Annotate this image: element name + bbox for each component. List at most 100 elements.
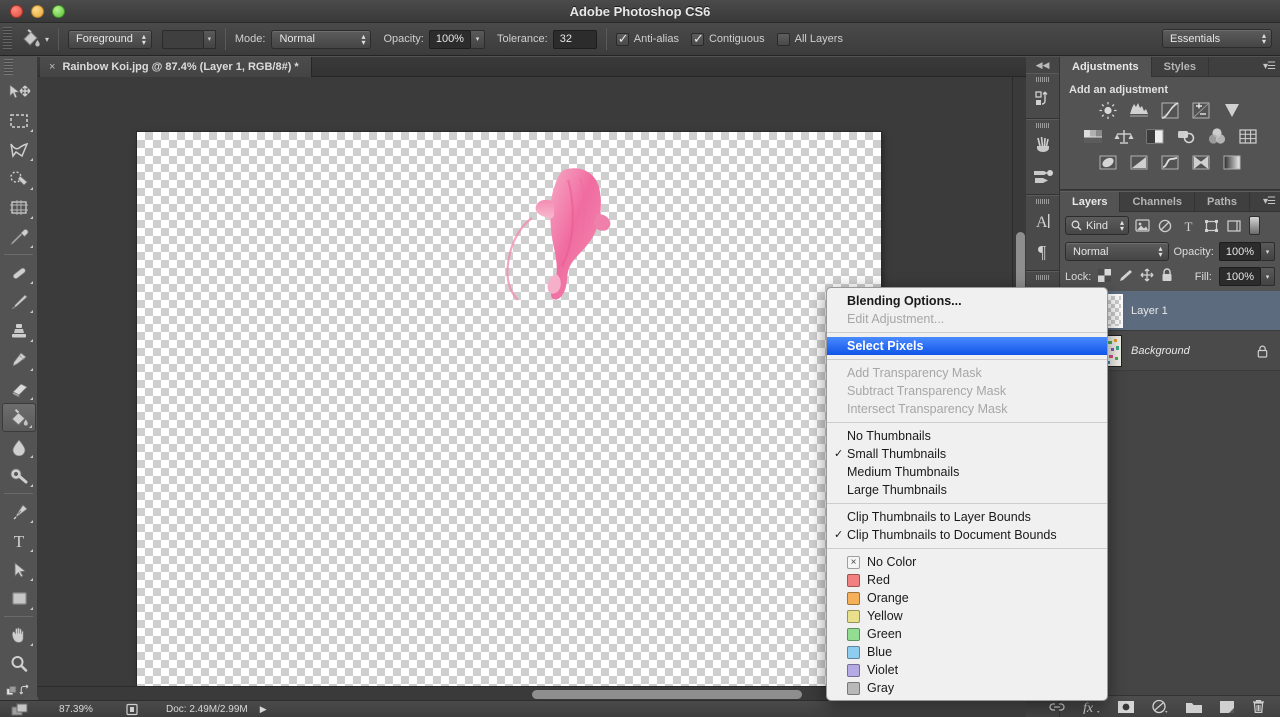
dodge-tool[interactable] [2,461,36,490]
scrollbar-thumb[interactable] [532,690,802,699]
selective-color-icon[interactable] [1190,153,1212,172]
menu-item-clip-thumbnails-to-document-bounds[interactable]: ✓ Clip Thumbnails to Document Bounds [827,526,1107,544]
layer-style-fx-icon[interactable]: fx [1081,699,1101,714]
rectangle-tool[interactable] [2,584,36,613]
layer-filter-toggle[interactable] [1249,216,1260,235]
swap-colors-icon[interactable] [19,684,31,698]
menu-item-yellow[interactable]: Yellow [827,607,1107,625]
dock-grip[interactable] [1036,123,1050,128]
blur-tool[interactable] [2,432,36,461]
gradient-map-icon[interactable] [1221,153,1243,172]
invert-icon[interactable] [1097,153,1119,172]
anti-alias-checkbox[interactable] [616,33,629,46]
layer-name[interactable]: Layer 1 [1131,305,1168,317]
lock-all-icon[interactable] [1161,268,1173,285]
adjustment-layer-filter-icon[interactable] [1155,216,1175,235]
menu-item-red[interactable]: Red [827,571,1107,589]
new-adjustment-layer-icon[interactable] [1151,699,1169,714]
dock-grip[interactable] [1036,77,1050,82]
anti-alias-checkbox-row[interactable]: Anti-alias [616,33,679,46]
menu-item-gray[interactable]: Gray [827,679,1107,697]
posterize-icon[interactable] [1128,153,1150,172]
default-colors-icon[interactable] [6,684,19,698]
eyedropper-tool[interactable] [2,222,36,251]
layer-fill-input[interactable]: 100% [1219,267,1261,286]
menu-item-large-thumbnails[interactable]: Large Thumbnails [827,481,1107,499]
tools-panel-grip[interactable] [4,59,13,75]
curves-icon[interactable] [1159,101,1181,120]
layer-mask-icon[interactable] [1117,700,1135,714]
tab-styles[interactable]: Styles [1152,57,1209,77]
menu-item-small-thumbnails[interactable]: ✓ Small Thumbnails [827,445,1107,463]
layer-opacity-chevron-down-icon[interactable]: ▾ [1261,242,1275,261]
workspace-select[interactable]: Essentials ▴▾ [1162,29,1272,48]
history-brush-tool[interactable] [2,345,36,374]
image-canvas[interactable] [137,132,881,700]
menu-item-no-color[interactable]: × No Color [827,553,1107,571]
layer-opacity-group[interactable]: 100% ▾ [1219,242,1275,261]
paragraph-icon[interactable]: ¶ [1026,236,1059,266]
pattern-swatch-group[interactable]: ▾ [162,30,216,49]
all-layers-checkbox-row[interactable]: All Layers [777,33,843,46]
menu-item-orange[interactable]: Orange [827,589,1107,607]
brush-presets-icon[interactable] [1026,160,1059,190]
pixel-layer-filter-icon[interactable] [1132,216,1152,235]
levels-icon[interactable] [1128,101,1150,120]
move-tool[interactable] [2,77,36,106]
layer-fill-chevron-down-icon[interactable]: ▾ [1261,267,1275,286]
color-balance-icon[interactable] [1113,127,1135,146]
menu-item-blue[interactable]: Blue [827,643,1107,661]
delete-layer-icon[interactable] [1251,699,1266,714]
mini-bridge-icon[interactable] [1026,84,1059,114]
pattern-picker-chevron-down-icon[interactable]: ▾ [204,30,216,49]
crop-tool[interactable] [2,193,36,222]
menu-item-no-thumbnails[interactable]: No Thumbnails [827,427,1107,445]
fill-source-select[interactable]: Foreground ▴▾ [68,30,152,49]
lasso-tool[interactable] [2,135,36,164]
opacity-input[interactable]: 100% [429,30,471,49]
hue-saturation-icon[interactable] [1082,127,1104,146]
type-layer-filter-icon[interactable]: T [1178,216,1198,235]
brush-tool[interactable] [2,287,36,316]
photo-filter-icon[interactable] [1175,127,1197,146]
document-profile-icon[interactable] [112,703,152,716]
zoom-tool[interactable] [2,649,36,678]
contiguous-checkbox-row[interactable]: Contiguous [691,33,765,46]
current-tool-preset[interactable]: ▾ [20,29,49,49]
link-layers-icon[interactable] [1049,700,1065,714]
new-layer-icon[interactable] [1219,700,1235,714]
layer-blend-mode-select[interactable]: Normal ▴▾ [1065,242,1169,261]
contiguous-checkbox[interactable] [691,33,704,46]
close-icon[interactable]: × [49,61,55,73]
new-group-icon[interactable] [1185,700,1203,714]
history-icon[interactable] [1026,130,1059,160]
quick-selection-tool[interactable] [2,164,36,193]
tab-adjustments[interactable]: Adjustments [1060,57,1152,77]
menu-item-medium-thumbnails[interactable]: Medium Thumbnails [827,463,1107,481]
menu-item-violet[interactable]: Violet [827,661,1107,679]
menu-item-select-pixels[interactable]: Select Pixels [827,337,1107,355]
tab-channels[interactable]: Channels [1120,192,1195,212]
tolerance-input[interactable]: 32 [553,30,597,49]
tab-paths[interactable]: Paths [1195,192,1250,212]
menu-item-clip-thumbnails-to-layer-bounds[interactable]: Clip Thumbnails to Layer Bounds [827,508,1107,526]
shape-layer-filter-icon[interactable] [1201,216,1221,235]
exposure-icon[interactable] [1190,101,1212,120]
document-tab[interactable]: × Rainbow Koi.jpg @ 87.4% (Layer 1, RGB/… [40,57,312,77]
type-tool[interactable]: T [2,526,36,555]
layer-filter-kind-select[interactable]: Kind ▴▾ [1065,216,1129,235]
clone-stamp-tool[interactable] [2,316,36,345]
status-menu-arrow-icon[interactable]: ▶ [260,704,267,715]
lock-transparent-pixels-icon[interactable] [1098,269,1111,285]
screen-mode-status-icon[interactable] [0,703,40,716]
brightness-contrast-icon[interactable] [1097,101,1119,120]
threshold-icon[interactable] [1159,153,1181,172]
smart-object-filter-icon[interactable] [1224,216,1244,235]
tool-preset-chevron-down-icon[interactable]: ▾ [45,35,49,44]
color-lookup-icon[interactable] [1237,127,1259,146]
rectangular-marquee-tool[interactable] [2,106,36,135]
zoom-level-input[interactable]: 87.39% [40,704,112,715]
dock-grip[interactable] [1036,199,1050,204]
layer-name[interactable]: Background [1131,345,1190,357]
opacity-chevron-down-icon[interactable]: ▾ [471,30,485,49]
